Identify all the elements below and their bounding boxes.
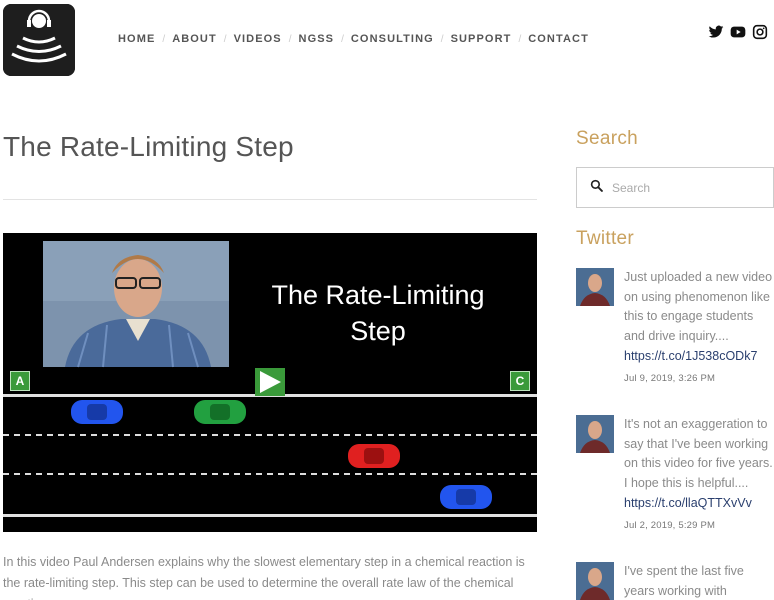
tweet-body: I've spent the last five years working w… — [624, 562, 774, 600]
page-title: The Rate-Limiting Step — [3, 131, 294, 162]
social-links — [708, 24, 768, 40]
car-green — [194, 400, 246, 424]
tweet-date[interactable]: Jul 9, 2019, 3:26 PM — [624, 373, 774, 384]
tweet-body: Just uploaded a new video on using pheno… — [624, 268, 774, 384]
instagram-icon[interactable] — [752, 24, 768, 40]
nav-support[interactable]: SUPPORT — [451, 33, 512, 45]
tweet-text: I've spent the last five years working w… — [624, 564, 744, 598]
tweet-avatar[interactable] — [576, 562, 614, 600]
search-icon — [590, 179, 603, 197]
video-description: In this video Paul Andersen explains why… — [3, 555, 525, 600]
twitter-heading: Twitter — [576, 228, 635, 249]
car-blue — [440, 485, 492, 509]
nav-ngss[interactable]: NGSS — [299, 33, 335, 45]
tweet-body: It's not an exaggeration to say that I'v… — [624, 415, 774, 531]
tweet-text: Just uploaded a new video on using pheno… — [624, 270, 773, 344]
site-logo[interactable] — [3, 4, 75, 76]
car-blue — [71, 400, 123, 424]
video-title-line: Step — [350, 316, 406, 346]
tweet-link[interactable]: https://t.co/1J538cODk7 — [624, 347, 774, 367]
nav-separator: / — [341, 33, 344, 45]
search-heading: Search — [576, 128, 639, 149]
marker-a: A — [10, 371, 30, 391]
main-nav: HOME / ABOUT / VIDEOS / NGSS / CONSULTIN… — [118, 33, 589, 45]
youtube-icon[interactable] — [730, 24, 746, 40]
video-title-card: The Rate-Limiting Step — [223, 277, 533, 349]
nav-separator: / — [440, 33, 444, 45]
twitter-icon[interactable] — [708, 24, 724, 40]
car-red — [348, 444, 400, 468]
nav-videos[interactable]: VIDEOS — [234, 33, 282, 45]
video-player[interactable]: The Rate-Limiting Step A C — [3, 233, 537, 532]
search-input[interactable] — [612, 180, 762, 195]
tweet-date[interactable]: Jul 2, 2019, 5:29 PM — [624, 520, 774, 531]
nav-contact[interactable]: CONTACT — [528, 33, 589, 45]
tweet-avatar[interactable] — [576, 268, 614, 306]
nav-separator: / — [162, 33, 166, 45]
play-icon[interactable] — [255, 368, 285, 396]
tweet-text: It's not an exaggeration to say that I'v… — [624, 417, 773, 491]
tweet-link[interactable]: https://t.co/llaQTTXvVv — [624, 494, 774, 514]
marker-c: C — [510, 371, 530, 391]
tweet-avatar[interactable] — [576, 415, 614, 453]
nav-about[interactable]: ABOUT — [172, 33, 217, 45]
nav-separator: / — [518, 33, 522, 45]
video-title-line: The Rate-Limiting — [271, 280, 485, 310]
nav-separator: / — [288, 33, 292, 45]
nav-home[interactable]: HOME — [118, 33, 155, 45]
title-divider — [3, 199, 537, 200]
search-box[interactable] — [576, 167, 774, 208]
nav-consulting[interactable]: CONSULTING — [351, 33, 434, 45]
presenter-image — [43, 241, 229, 368]
nav-separator: / — [223, 33, 227, 45]
